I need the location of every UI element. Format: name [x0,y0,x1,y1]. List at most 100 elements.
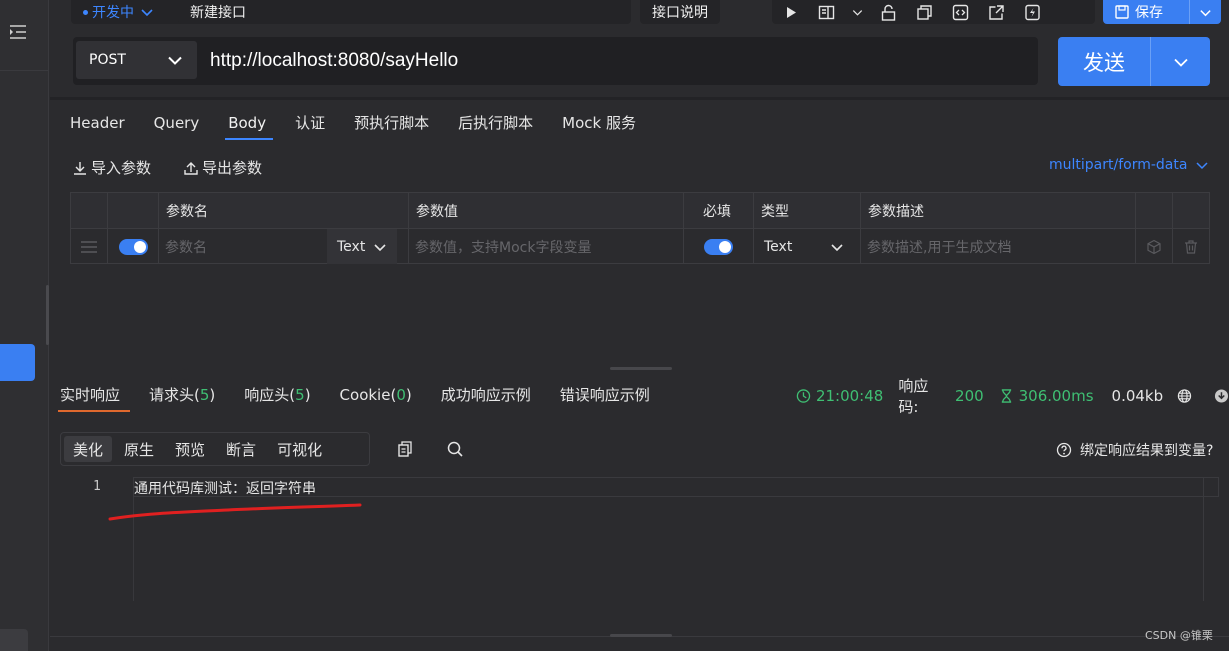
chevron-down-icon [168,56,182,65]
row-action-cell [1136,229,1173,264]
tab-cookie[interactable]: Cookie(0) [340,385,412,412]
save-main-button[interactable]: 保存 [1103,0,1189,24]
help-icon [1056,442,1072,458]
response-editor[interactable]: 1 通用代码库测试：返回字符串 [73,477,1219,601]
collapse-menu-icon[interactable] [9,22,27,42]
tab-error-example[interactable]: 错误响应示例 [560,385,650,412]
chevron-down-icon [141,9,153,17]
param-description-input[interactable]: 参数描述,用于生成文档 [867,237,1011,257]
tab-count: 5 [295,386,305,404]
layout-icon [818,5,834,19]
bottom-resize-handle[interactable] [610,634,672,637]
param-value-input[interactable]: 参数值，支持Mock字段变量 [415,237,591,257]
header-description: 参数描述 [861,193,1136,228]
import-params-button[interactable]: 导入参数 [72,157,151,178]
hourglass-icon [1001,389,1011,403]
view-raw[interactable]: 原生 [115,436,163,462]
tab-response-headers[interactable]: 响应头(5) [244,385,310,412]
save-button[interactable]: 保存 [1103,0,1221,24]
sidebar-scroll-handle[interactable] [46,285,49,345]
param-type-label: Text [764,238,793,255]
view-visualize[interactable]: 可视化 [268,436,331,462]
api-name-input[interactable]: 新建接口 [178,0,631,24]
download-circle-icon[interactable] [1214,388,1229,404]
response-body-text: 通用代码库测试：返回字符串 [134,481,316,497]
tab-suffix: ) [405,386,412,404]
http-method-select[interactable]: POST [76,41,197,79]
drag-handle-icon [81,240,97,253]
send-main-button[interactable]: 发送 [1058,37,1150,86]
tab-body[interactable]: Body [225,112,273,140]
sidebar-divider [0,70,49,71]
tab-label: 响应头( [244,386,296,404]
line-number: 1 [93,479,101,494]
view-preview[interactable]: 预览 [166,436,214,462]
copy-button[interactable] [906,0,942,24]
tab-success-example[interactable]: 成功响应示例 [441,385,531,412]
url-bar: POST http://localhost:8080/sayHello [73,37,1038,85]
table-header-row: 参数名 参数值 必填 类型 参数描述 [71,193,1209,228]
description-cell: 参数描述,用于生成文档 [861,229,1136,264]
row-delete-cell [1173,229,1209,264]
sidebar-active-item[interactable] [0,344,35,381]
chevron-down-icon [1173,58,1188,67]
tab-mock-service[interactable]: Mock 服务 [562,112,636,140]
upload-icon [184,161,198,175]
tab-header[interactable]: Header [70,112,125,140]
export-params-button[interactable]: 导出参数 [183,157,262,178]
globe-icon[interactable] [1177,388,1192,404]
search-icon[interactable] [446,440,464,458]
param-name-type-select[interactable]: Text [327,229,397,264]
api-doc-button[interactable]: 接口说明 [640,0,720,24]
tab-post-script[interactable]: 后执行脚本 [458,112,533,140]
performance-button[interactable] [1014,0,1050,24]
content-type-select[interactable]: multipart/form-data [1049,157,1209,173]
view-mode-button[interactable] [808,0,844,24]
params-table: 参数名 参数值 必填 类型 参数描述 参数名 Text 参数值，支持Mock字段… [70,192,1210,264]
unlock-icon [881,4,895,21]
panel-resize-handle[interactable] [610,367,672,370]
run-button[interactable] [772,0,808,24]
lightning-icon [1024,4,1040,20]
save-options-dropdown[interactable] [1189,0,1221,24]
bind-response-label: 绑定响应结果到变量? [1080,443,1214,459]
view-assert[interactable]: 断言 [217,436,265,462]
row-enable-toggle[interactable] [118,238,148,255]
sidebar-bottom-item[interactable] [0,629,28,651]
send-options-dropdown[interactable] [1150,37,1210,86]
tab-request-headers[interactable]: 请求头(5) [149,385,215,412]
copy-icon[interactable] [396,440,414,458]
play-icon [786,6,796,18]
param-type-select[interactable]: Text [764,239,844,255]
row-drag-handle[interactable] [71,229,108,264]
response-tools [396,440,496,458]
export-params-label: 导出参数 [202,159,263,177]
tab-label: 请求头( [149,386,200,404]
tab-count: 0 [396,386,406,404]
bind-response-help[interactable]: 绑定响应结果到变量? [1056,440,1213,460]
tab-label: 错误响应示例 [559,386,650,404]
http-method-label: POST [89,52,126,68]
lock-button[interactable] [870,0,906,24]
view-beautify[interactable]: 美化 [64,436,113,462]
editor-scrollbar[interactable] [1203,477,1204,601]
share-icon [988,4,1004,20]
request-tabs: Header Query Body 认证 预执行脚本 后执行脚本 Mock 服务 [70,112,665,140]
tab-query[interactable]: Query [154,112,200,140]
view-mode-dropdown[interactable] [844,0,870,24]
tab-pre-script[interactable]: 预执行脚本 [354,112,429,140]
header-drag [71,193,108,228]
required-toggle[interactable] [704,238,733,255]
tab-realtime-response[interactable]: 实时响应 [57,385,131,412]
trash-icon[interactable] [1183,239,1199,255]
tab-auth[interactable]: 认证 [295,112,325,140]
send-button[interactable]: 发送 [1058,37,1210,86]
param-name-input[interactable]: 参数名 [165,237,207,257]
header-action-2 [1173,193,1209,228]
code-button[interactable] [942,0,978,24]
cube-icon[interactable] [1146,239,1162,255]
header-enable [108,193,159,228]
share-button[interactable] [978,0,1014,24]
save-icon [1115,5,1129,19]
url-input[interactable]: http://localhost:8080/sayHello [210,37,458,85]
